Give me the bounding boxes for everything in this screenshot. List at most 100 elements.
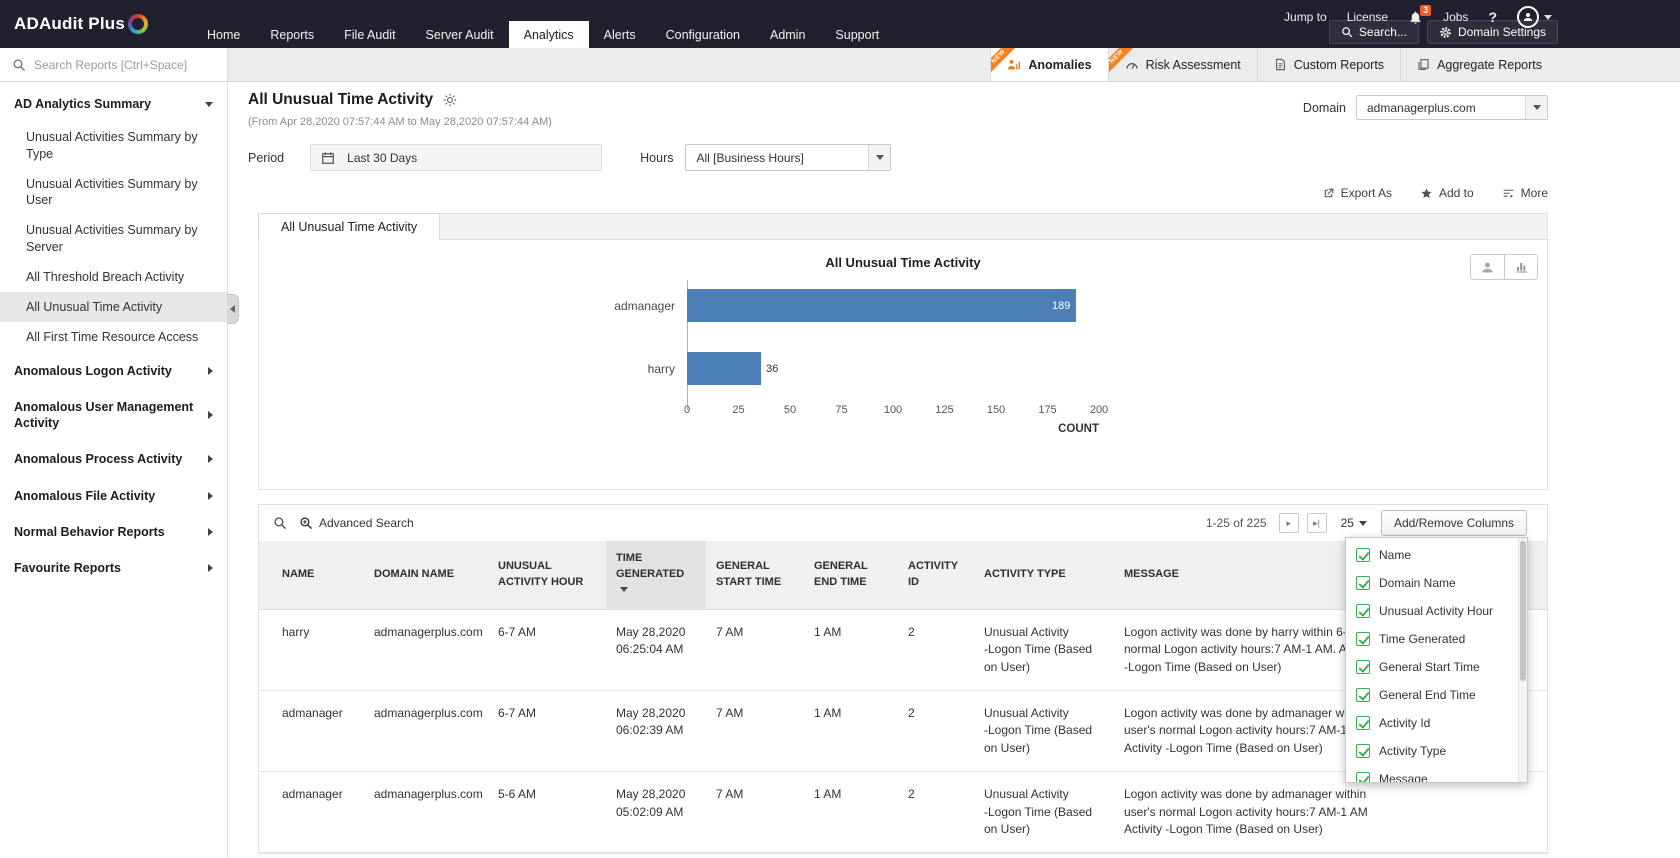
- column-toggle-label: Name: [1379, 548, 1411, 562]
- sidebar-item-unusual-activities-summary-by-server[interactable]: Unusual Activities Summary by Server: [0, 215, 227, 262]
- chart-bar[interactable]: 189: [687, 289, 1076, 322]
- nav-item-support[interactable]: Support: [820, 21, 894, 48]
- jump-to-link[interactable]: Jump to: [1284, 10, 1327, 24]
- chart-bar[interactable]: [687, 352, 761, 385]
- sidebar-group-favourite-reports[interactable]: Favourite Reports: [0, 550, 227, 586]
- sidebar-group-anomalous-logon-activity[interactable]: Anomalous Logon Activity: [0, 353, 227, 389]
- column-toggle-general-start-time[interactable]: General Start Time: [1346, 653, 1519, 681]
- tab-risk-assessment[interactable]: NEWRisk Assessment: [1108, 48, 1257, 81]
- tab-custom-reports[interactable]: Custom Reports: [1257, 48, 1400, 81]
- column-toggle-message[interactable]: Message: [1346, 765, 1519, 783]
- table-row[interactable]: admanageradmanagerplus.com5-6 AMMay 28,2…: [259, 772, 1547, 853]
- table-cell: 1 AM: [804, 609, 898, 690]
- tab-anomalies[interactable]: NEWAnomalies: [990, 48, 1107, 81]
- checkbox-icon[interactable]: [1356, 660, 1370, 674]
- sidebar-item-all-unusual-time-activity[interactable]: All Unusual Time Activity: [0, 292, 227, 322]
- checkbox-icon[interactable]: [1356, 548, 1370, 562]
- sidebar-group-normal-behavior-reports[interactable]: Normal Behavior Reports: [0, 514, 227, 550]
- user-menu[interactable]: [1517, 6, 1552, 28]
- view-tab-all-unusual-time-activity[interactable]: All Unusual Time Activity: [258, 213, 440, 240]
- last-page-button[interactable]: ▸|: [1307, 513, 1327, 533]
- scrollbar-thumb[interactable]: [1520, 541, 1526, 681]
- sidebar-group-label: Normal Behavior Reports: [14, 524, 165, 540]
- table-cell: 6-7 AM: [488, 609, 606, 690]
- nav-item-alerts[interactable]: Alerts: [589, 21, 651, 48]
- nav-item-configuration[interactable]: Configuration: [651, 21, 755, 48]
- next-page-button[interactable]: ▸: [1279, 513, 1299, 533]
- column-header-domain-name[interactable]: DOMAIN NAME: [364, 541, 488, 609]
- sidebar-item-all-threshold-breach-activity[interactable]: All Threshold Breach Activity: [0, 262, 227, 292]
- sidebar-item-unusual-activities-summary-by-type[interactable]: Unusual Activities Summary by Type: [0, 122, 227, 169]
- tab-aggregate-reports[interactable]: Aggregate Reports: [1400, 48, 1558, 81]
- license-link[interactable]: License: [1347, 10, 1388, 24]
- jobs-link[interactable]: Jobs: [1443, 10, 1468, 24]
- checkbox-icon[interactable]: [1356, 688, 1370, 702]
- column-toggle-label: General End Time: [1379, 688, 1476, 702]
- help-button[interactable]: ?: [1488, 9, 1497, 25]
- table-search-icon[interactable]: [273, 516, 287, 530]
- domain-select[interactable]: admanagerplus.com: [1356, 95, 1548, 120]
- column-header-general-start-time[interactable]: GENERAL START TIME: [706, 541, 804, 609]
- more-button[interactable]: More: [1502, 186, 1548, 200]
- column-header-activity-type[interactable]: ACTIVITY TYPE: [974, 541, 1114, 609]
- column-header-label: UNUSUAL ACTIVITY HOUR: [498, 560, 583, 588]
- app-logo[interactable]: ADAudit Plus: [0, 0, 192, 48]
- sidebar-collapse-handle[interactable]: [227, 294, 239, 324]
- chart-x-axis-label: COUNT: [687, 423, 1099, 449]
- advanced-search-button[interactable]: Advanced Search: [299, 516, 414, 530]
- nav-item-home[interactable]: Home: [192, 21, 255, 48]
- column-header-unusual-activity-hour[interactable]: UNUSUAL ACTIVITY HOUR: [488, 541, 606, 609]
- column-toggle-general-end-time[interactable]: General End Time: [1346, 681, 1519, 709]
- utility-row: Jump to License 3 Jobs ?: [1284, 6, 1552, 28]
- period-input[interactable]: Last 30 Days: [310, 144, 602, 171]
- sidebar-group-ad-analytics-summary[interactable]: AD Analytics Summary: [0, 86, 227, 122]
- table-cell: May 28,2020 06:25:04 AM: [606, 609, 706, 690]
- column-header-activity-id[interactable]: ACTIVITY ID: [898, 541, 974, 609]
- sidebar-group-anomalous-file-activity[interactable]: Anomalous File Activity: [0, 478, 227, 514]
- checkbox-icon[interactable]: [1356, 716, 1370, 730]
- nav-item-admin[interactable]: Admin: [755, 21, 820, 48]
- checkbox-icon[interactable]: [1356, 744, 1370, 758]
- export-icon: [1322, 187, 1335, 200]
- column-toggle-unusual-activity-hour[interactable]: Unusual Activity Hour: [1346, 597, 1519, 625]
- sidebar-item-all-first-time-resource-access[interactable]: All First Time Resource Access: [0, 322, 227, 352]
- notifications-button[interactable]: 3: [1408, 10, 1423, 25]
- table-cell: Unusual Activity -Logon Time (Based on U…: [974, 609, 1114, 690]
- chevron-down-icon: [1359, 521, 1367, 526]
- sidebar: AD Analytics SummaryUnusual Activities S…: [0, 82, 228, 858]
- chart-x-tick: 50: [784, 404, 796, 416]
- chart-x-tick: 150: [987, 404, 1005, 416]
- sidebar-group-anomalous-user-management-activity[interactable]: Anomalous User Management Activity: [0, 389, 227, 442]
- checkbox-icon[interactable]: [1356, 772, 1370, 783]
- nav-item-reports[interactable]: Reports: [255, 21, 329, 48]
- add-remove-columns-button[interactable]: Add/Remove Columns: [1381, 510, 1527, 536]
- page-size-select[interactable]: 25: [1341, 516, 1367, 530]
- bar-chart: admanager189harry36025507510012515017520…: [259, 274, 1547, 449]
- checkbox-icon[interactable]: [1356, 632, 1370, 646]
- star-icon: [1420, 187, 1433, 200]
- hours-select[interactable]: All [Business Hours]: [685, 144, 891, 171]
- dropdown-scrollbar[interactable]: [1518, 538, 1527, 782]
- checkbox-icon[interactable]: [1356, 604, 1370, 618]
- sidebar-group-anomalous-process-activity[interactable]: Anomalous Process Activity: [0, 441, 227, 477]
- column-toggle-activity-id[interactable]: Activity Id: [1346, 709, 1519, 737]
- table-cell: 7 AM: [706, 609, 804, 690]
- column-header-general-end-time[interactable]: GENERAL END TIME: [804, 541, 898, 609]
- column-toggle-name[interactable]: Name: [1346, 541, 1519, 569]
- column-toggle-activity-type[interactable]: Activity Type: [1346, 737, 1519, 765]
- report-settings-sun-icon[interactable]: [443, 93, 457, 107]
- column-toggle-time-generated[interactable]: Time Generated: [1346, 625, 1519, 653]
- checkbox-icon[interactable]: [1356, 576, 1370, 590]
- column-toggle-domain-name[interactable]: Domain Name: [1346, 569, 1519, 597]
- more-icon: [1502, 187, 1515, 200]
- add-to-button[interactable]: Add to: [1420, 186, 1474, 200]
- nav-item-server-audit[interactable]: Server Audit: [411, 21, 509, 48]
- report-search-input[interactable]: [34, 58, 227, 72]
- sidebar-item-unusual-activities-summary-by-user[interactable]: Unusual Activities Summary by User: [0, 169, 227, 216]
- nav-item-analytics[interactable]: Analytics: [509, 21, 589, 48]
- column-header-name[interactable]: NAME: [259, 541, 364, 609]
- nav-item-file-audit[interactable]: File Audit: [329, 21, 410, 48]
- export-as-button[interactable]: Export As: [1322, 186, 1392, 200]
- column-header-time-generated[interactable]: TIME GENERATED: [606, 541, 706, 609]
- main-nav: HomeReportsFile AuditServer AuditAnalyti…: [192, 21, 894, 48]
